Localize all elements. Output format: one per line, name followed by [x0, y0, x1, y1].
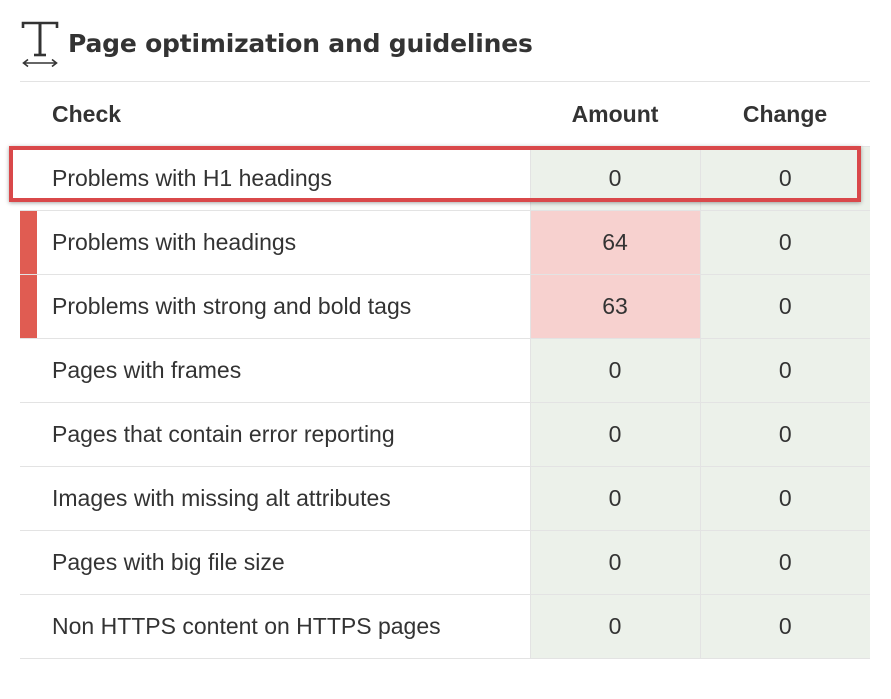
amount-cell: 0 [529, 466, 700, 531]
table-row[interactable]: Pages with big file size 0 0 [20, 530, 870, 595]
table-row[interactable]: Images with missing alt attributes 0 0 [20, 466, 870, 531]
change-cell: 0 [699, 146, 870, 211]
check-label: Pages with frames [52, 357, 242, 383]
table-row[interactable]: Pages with frames 0 0 [20, 338, 870, 403]
check-label: Pages with big file size [52, 549, 285, 575]
check-label-cell[interactable]: Pages that contain error reporting [20, 402, 530, 467]
amount-cell: 0 [529, 146, 700, 211]
section-title: Page optimization and guidelines [68, 28, 533, 58]
check-label: Problems with headings [52, 229, 297, 255]
error-indicator-bar [20, 211, 37, 274]
column-header-change[interactable]: Change [700, 82, 870, 147]
table-row[interactable]: Problems with headings 64 0 [20, 210, 870, 275]
table-header-row: Check Amount Change [20, 82, 870, 147]
change-cell: 0 [699, 466, 870, 531]
check-label-cell[interactable]: Non HTTPS content on HTTPS pages [20, 594, 530, 659]
change-cell: 0 [699, 594, 870, 659]
check-label-cell[interactable]: Problems with H1 headings [20, 146, 530, 211]
column-header-check[interactable]: Check [20, 82, 530, 147]
check-label: Non HTTPS content on HTTPS pages [52, 613, 441, 639]
change-cell: 0 [699, 530, 870, 595]
change-cell: 0 [699, 210, 870, 275]
amount-cell: 0 [529, 402, 700, 467]
table-row[interactable]: Problems with strong and bold tags 63 0 [20, 274, 870, 339]
check-label: Problems with strong and bold tags [52, 293, 412, 319]
check-label-cell[interactable]: Pages with frames [20, 338, 530, 403]
amount-cell: 0 [529, 338, 700, 403]
check-label-cell[interactable]: Images with missing alt attributes [20, 466, 530, 531]
check-label: Problems with H1 headings [52, 165, 332, 191]
change-cell: 0 [699, 402, 870, 467]
amount-cell: 0 [529, 594, 700, 659]
check-label: Images with missing alt attributes [52, 485, 391, 511]
column-header-amount[interactable]: Amount [530, 82, 700, 147]
amount-cell: 0 [529, 530, 700, 595]
check-label: Pages that contain error reporting [52, 421, 395, 447]
change-cell: 0 [699, 274, 870, 339]
checks-table: Check Amount Change Problems with H1 hea… [20, 82, 870, 659]
section-header: Page optimization and guidelines [20, 18, 533, 68]
check-label-cell[interactable]: Problems with strong and bold tags [20, 274, 530, 339]
error-indicator-bar [20, 275, 37, 338]
change-cell: 0 [699, 338, 870, 403]
table-row[interactable]: Problems with H1 headings 0 0 [20, 146, 870, 211]
check-label-cell[interactable]: Pages with big file size [20, 530, 530, 595]
text-size-icon [21, 21, 59, 67]
table-row[interactable]: Non HTTPS content on HTTPS pages 0 0 [20, 594, 870, 659]
amount-cell: 64 [529, 210, 700, 275]
amount-cell: 63 [529, 274, 700, 339]
table-row[interactable]: Pages that contain error reporting 0 0 [20, 402, 870, 467]
check-label-cell[interactable]: Problems with headings [20, 210, 530, 275]
